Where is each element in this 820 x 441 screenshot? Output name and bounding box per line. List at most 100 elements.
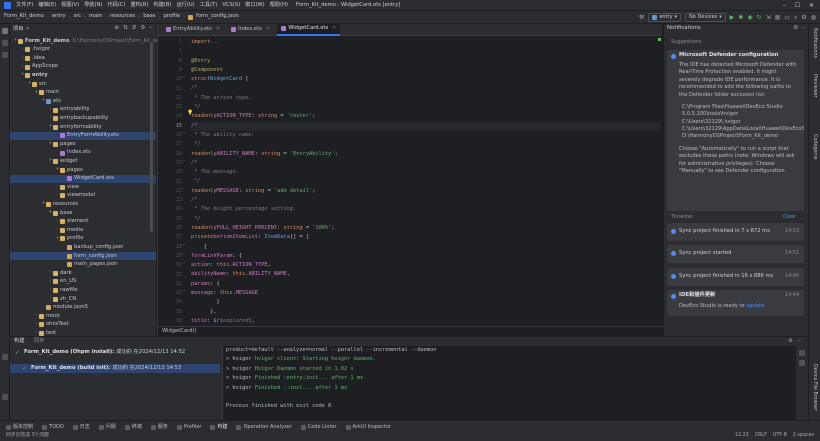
tree-item[interactable]: WidgetCard.ets: [10, 174, 156, 184]
breadcrumb-item[interactable]: base: [143, 14, 155, 19]
options-icon[interactable]: ⚙: [140, 25, 145, 32]
bottom-tool-7[interactable]: 构建: [210, 424, 227, 430]
bottom-tool-3[interactable]: 问题: [98, 424, 116, 430]
clear-link[interactable]: Clear: [783, 215, 796, 220]
chevron-down-icon[interactable]: ▾: [26, 26, 29, 32]
project-icon[interactable]: [2, 28, 8, 34]
close-icon[interactable]: ✕: [809, 2, 814, 9]
tree-item[interactable]: › entryability: [10, 106, 156, 115]
build-console[interactable]: product=default --analyze=normal --paral…: [222, 346, 796, 420]
code-line[interactable]: * The ability name.: [191, 131, 255, 140]
menu-item[interactable]: VCS(S): [222, 2, 240, 8]
tree-item[interactable]: › rawfile: [10, 286, 156, 295]
hide-icon[interactable]: –: [798, 338, 801, 344]
breadcrumb-item[interactable]: entry: [52, 14, 66, 19]
bottom-tool-10[interactable]: ArkUI Inspector: [345, 424, 391, 430]
tree-item[interactable]: › view: [10, 183, 156, 192]
right-tool-notifications[interactable]: Notifications: [811, 28, 817, 58]
code-line[interactable]: /*: [191, 196, 197, 205]
scroll-end-icon[interactable]: [799, 360, 805, 366]
tree-item[interactable]: ▾ src: [10, 80, 156, 89]
right-tool-device-file-browser[interactable]: Device File Browser: [811, 364, 817, 411]
account-icon[interactable]: ◍: [811, 14, 816, 21]
reload-icon[interactable]: ↻: [757, 14, 762, 21]
tree-item[interactable]: Index.ets: [10, 149, 156, 158]
build-row[interactable]: ✓ Form_Kit_demo (Ohpm install): 成功的 在2024/…: [10, 348, 220, 357]
tree-item[interactable]: form_config.json: [10, 251, 156, 261]
minimize-icon[interactable]: –: [783, 2, 786, 9]
code-line[interactable]: params: {: [191, 280, 220, 289]
tree-item[interactable]: module.json5: [10, 303, 156, 312]
commit-icon[interactable]: [2, 40, 8, 46]
timeline-event[interactable]: Sync project finished in 16 s 886 ms 14:4…: [667, 267, 804, 286]
tree-item[interactable]: › ohosTest: [10, 321, 156, 330]
editor-footer-label[interactable]: WidgetCard(): [162, 328, 196, 334]
breadcrumb-item[interactable]: profile: [164, 14, 180, 19]
tree-item[interactable]: › .hvigor: [10, 46, 156, 55]
menu-item[interactable]: 工具(T): [200, 2, 218, 8]
menu-item[interactable]: 重构(R): [130, 2, 148, 8]
debug-icon[interactable]: ✱: [738, 14, 743, 21]
code-line[interactable]: */: [191, 178, 200, 187]
stop-icon[interactable]: ■: [775, 14, 781, 21]
code-line[interactable]: title: $r(explored),: [191, 317, 255, 326]
code-line[interactable]: }: [191, 298, 220, 307]
code-line[interactable]: },: [191, 308, 216, 317]
code-area[interactable]: import ... @Entry @Component struct WidgetC…: [191, 36, 661, 326]
attach-icon[interactable]: ⇲: [766, 14, 771, 21]
menu-item[interactable]: 视图(V): [61, 2, 79, 8]
bottom-tool-0[interactable]: 版本控制: [6, 424, 33, 430]
maximize-icon[interactable]: ☐: [795, 2, 800, 9]
tab-sync[interactable]: 同步: [34, 338, 44, 344]
project-title[interactable]: 项目: [13, 26, 23, 32]
tree-item[interactable]: ▾ Form_Kit_demo D:\HarmonyOSProject\Form_K…: [10, 37, 167, 46]
defender-notification[interactable]: Microsoft Defender configuration The IDE…: [667, 50, 804, 211]
code-line[interactable]: @Component: [191, 66, 223, 75]
breadcrumb-item[interactable]: form_config.json: [196, 14, 239, 19]
device-manager-icon[interactable]: ▭: [784, 14, 790, 21]
code-line[interactable]: import ...: [191, 38, 220, 47]
tree-item[interactable]: backup_config.json: [10, 243, 156, 252]
code-line[interactable]: abilityName: this. ABILITY_NAME,: [191, 271, 290, 280]
menu-item[interactable]: 文件(F): [16, 2, 33, 8]
device-select[interactable]: No Devices ▾: [685, 13, 726, 22]
fold-icon[interactable]: ⌄: [182, 260, 186, 265]
settings-icon[interactable]: ⚙: [793, 25, 798, 32]
tree-item[interactable]: ▾ pages: [10, 166, 156, 175]
code-line[interactable]: readonly MESSAGE: string = 'add detail';: [191, 187, 315, 196]
fold-icon[interactable]: ⌄: [182, 250, 186, 256]
tree-item[interactable]: › .idea: [10, 54, 156, 63]
intention-bulb-icon[interactable]: 💡: [187, 110, 193, 116]
tree-item[interactable]: ▾ entry: [10, 71, 156, 80]
search-icon[interactable]: ⌕: [794, 14, 797, 21]
status-item[interactable]: CRLF: [755, 433, 767, 439]
menu-item[interactable]: 导航(N): [84, 2, 102, 8]
tab-index-ets[interactable]: Index.ets ✕: [227, 24, 274, 36]
breadcrumb-item[interactable]: main: [89, 14, 102, 19]
hide-icon[interactable]: –: [802, 25, 805, 32]
timeline-event[interactable]: Sync project finished in 7 s 872 ms 14:53: [667, 223, 804, 241]
code-line[interactable]: /*: [191, 85, 197, 94]
tree-item[interactable]: › mock: [10, 312, 156, 321]
expand-all-icon[interactable]: ⇅: [123, 25, 128, 32]
code-line[interactable]: * The height percentage setting.: [191, 205, 296, 214]
tree-item[interactable]: ▾ profile: [10, 235, 156, 244]
bottom-tool-9[interactable]: Code Linter: [300, 424, 337, 430]
menu-item[interactable]: 编辑(E): [38, 2, 56, 8]
breadcrumb-item[interactable]: src: [74, 14, 82, 19]
bottom-tool-4[interactable]: 终端: [124, 424, 142, 430]
bookmarks-icon[interactable]: [2, 354, 8, 360]
tree-item[interactable]: › element: [10, 217, 156, 226]
fold-icon[interactable]: ⌄: [182, 288, 186, 293]
fold-icon[interactable]: ⌄: [182, 74, 186, 79]
code-line[interactable]: action: this. ACTION_TYPE,: [191, 261, 271, 270]
tree-item[interactable]: › viewmodel: [10, 192, 156, 201]
tree-item[interactable]: ▾ widget: [10, 157, 156, 166]
collapse-all-icon[interactable]: ⇵: [132, 25, 137, 32]
code-line[interactable]: * The message.: [191, 168, 239, 177]
tree-item[interactable]: ▾ entryformability: [10, 123, 156, 132]
tree-item[interactable]: ▾ resources: [10, 200, 156, 209]
status-item[interactable]: 12:23: [735, 433, 749, 439]
right-tool-previewer[interactable]: Previewer: [811, 74, 817, 98]
code-line[interactable]: struct WidgetCard {: [191, 75, 248, 84]
